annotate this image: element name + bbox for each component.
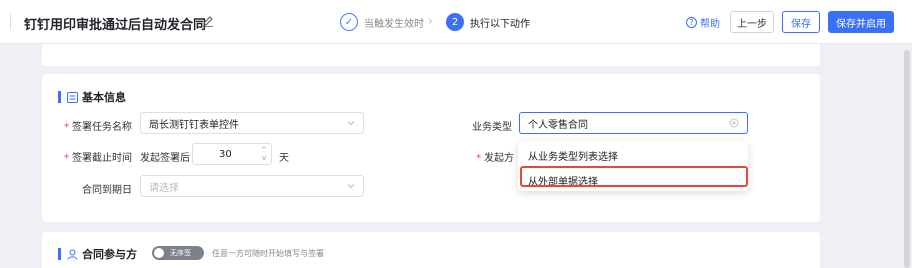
task-name-select[interactable]: 局长测钉钉表单控件 xyxy=(140,112,364,134)
parties-hint: 任意一方可随时开始填写与签署 xyxy=(212,249,324,258)
deadline-prefix: 发起签署后 xyxy=(140,153,190,164)
step-label: 执行以下动作 xyxy=(470,18,530,30)
initiator-label: * 发起方 xyxy=(476,149,514,164)
basic-info-header: 基本信息 xyxy=(58,89,126,105)
help-icon: ? xyxy=(686,17,697,28)
section-accent-bar xyxy=(58,91,61,103)
deadline-unit: 天 xyxy=(279,153,289,164)
chevron-down-icon xyxy=(347,121,355,126)
basic-info-title: 基本信息 xyxy=(82,91,126,104)
edit-pencil-icon[interactable] xyxy=(202,15,214,27)
number-stepper[interactable]: ^ v xyxy=(261,146,267,162)
expire-date-select[interactable]: 请选择 xyxy=(140,175,364,197)
required-mark: * xyxy=(64,122,69,133)
chevron-down-icon xyxy=(347,184,355,189)
task-name-value: 局长测钉钉表单控件 xyxy=(149,119,239,131)
info-form-icon xyxy=(67,91,78,103)
scrollbar[interactable] xyxy=(904,50,910,268)
step-actions[interactable]: 2 执行以下动作 xyxy=(446,13,530,31)
expire-placeholder: 请选择 xyxy=(149,182,179,194)
step-check-icon: ✓ xyxy=(340,13,358,31)
initiator-label-text: 发起方 xyxy=(484,153,514,164)
task-name-label: * 签署任务名称 xyxy=(64,118,132,133)
step-label: 当触发生效时 xyxy=(364,18,424,30)
deadline-label-text: 签署截止时间 xyxy=(72,153,132,164)
top-bar: 钉钉用印审批通过后自动发合同 ✓ 当触发生效时 › 2 执行以下动作 ? 帮助 … xyxy=(0,0,912,44)
help-label: 帮助 xyxy=(700,19,720,30)
help-link[interactable]: ? 帮助 xyxy=(686,15,720,30)
step-trigger[interactable]: ✓ 当触发生效时 xyxy=(340,13,424,31)
step-number: 2 xyxy=(446,13,464,31)
option-highlight-box xyxy=(520,166,748,187)
biz-type-value: 个人零售合同 xyxy=(528,119,588,131)
user-icon xyxy=(67,249,78,260)
toggle-knob xyxy=(154,248,164,258)
task-name-label-text: 签署任务名称 xyxy=(72,122,132,133)
save-button[interactable]: 保存 xyxy=(782,11,820,33)
deadline-days-value: 30 xyxy=(219,148,232,160)
page-title: 钉钉用印审批通过后自动发合同 xyxy=(24,18,207,33)
toggle-label: 无序签 xyxy=(170,249,191,257)
clear-icon[interactable] xyxy=(729,118,739,128)
parties-title: 合同参与方 xyxy=(82,248,137,261)
expire-label: 合同到期日 xyxy=(82,185,132,196)
left-divider xyxy=(10,14,11,30)
section-accent-bar xyxy=(58,248,61,260)
step-chevron-icon: › xyxy=(428,14,433,28)
deadline-label: * 签署截止时间 xyxy=(64,149,132,164)
parties-header: 合同参与方 xyxy=(58,246,137,262)
dropdown-option-list[interactable]: 从业务类型列表选择 xyxy=(528,148,618,163)
biz-type-select[interactable]: 个人零售合同 xyxy=(519,112,748,134)
biz-type-label: 业务类型 xyxy=(472,122,512,133)
unordered-sign-toggle[interactable]: 无序签 xyxy=(152,246,204,260)
prev-step-button[interactable]: 上一步 xyxy=(730,11,774,33)
save-and-enable-button[interactable]: 保存并启用 xyxy=(828,11,894,33)
deadline-days-input[interactable]: 30 ^ v xyxy=(192,143,272,165)
previous-card xyxy=(42,44,820,66)
required-mark: * xyxy=(476,153,481,164)
required-mark: * xyxy=(64,153,69,164)
